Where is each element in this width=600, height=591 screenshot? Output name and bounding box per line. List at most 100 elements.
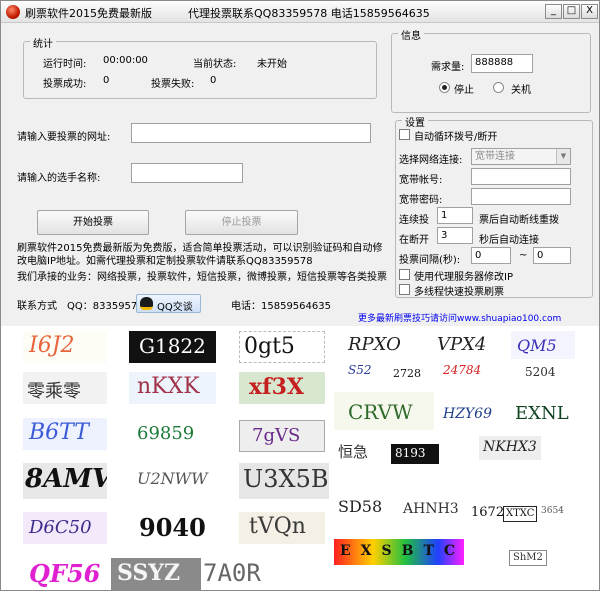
captcha-text: G1822	[139, 334, 206, 358]
url-label: 请输入要投票的网址:	[17, 132, 111, 143]
captcha-image: XTXC	[503, 506, 537, 522]
disconnected-label: 在断开	[399, 235, 429, 246]
status-label: 当前状态:	[193, 59, 237, 70]
captcha-text: 7A0R	[203, 559, 261, 587]
success-value: 0	[103, 75, 110, 86]
captcha-image: D6C50	[23, 512, 107, 544]
captcha-image: 零乘零	[23, 372, 107, 404]
url-input[interactable]	[131, 123, 371, 143]
captcha-image: 5204	[511, 364, 575, 382]
captcha-text: AHNH3	[403, 501, 459, 517]
captcha-text: xf3X	[249, 374, 304, 400]
password-input[interactable]	[471, 188, 571, 205]
captcha-image: 24784	[439, 362, 497, 380]
captcha-image: xf3X	[239, 372, 325, 404]
captcha-image: HZY69	[439, 398, 503, 430]
captcha-text: 5204	[525, 365, 556, 379]
captcha-sample-grid: I6J2 G1822 0gt5 RPXO VPX4 QM5 零乘零 nKXK x…	[1, 326, 599, 590]
captcha-text: EXSBTC	[340, 543, 464, 559]
account-input[interactable]	[471, 168, 571, 185]
proxy-checkbox[interactable]	[399, 269, 410, 280]
chevron-down-icon: ▼	[556, 149, 570, 164]
captcha-text: 2728	[393, 367, 421, 380]
captcha-text: 3654	[541, 506, 564, 516]
start-vote-button[interactable]: 开始投票	[37, 210, 149, 235]
settings-group-title: 设置	[402, 114, 428, 129]
continuous-input[interactable]: 1	[437, 207, 473, 224]
fail-value: 0	[210, 75, 217, 86]
captcha-image: U2NWW	[129, 463, 216, 499]
auto-dial-checkbox[interactable]	[399, 129, 410, 140]
continuous-suffix: 票后自动断线重拨	[479, 215, 559, 226]
contact-phone: 电话：15859564635	[231, 301, 331, 312]
stop-radio[interactable]	[439, 82, 450, 93]
captcha-image: 8193	[391, 444, 439, 464]
status-value: 未开始	[257, 59, 287, 70]
demand-input[interactable]: 888888	[471, 54, 533, 73]
captcha-image: 恒急	[334, 436, 388, 466]
captcha-image: QF56	[23, 558, 107, 590]
captcha-text: S52	[348, 363, 372, 377]
captcha-image: tVQn	[239, 512, 325, 544]
captcha-image: 69859	[129, 418, 216, 450]
qq-penguin-icon	[140, 297, 153, 310]
captcha-image: S52	[344, 362, 386, 380]
more-tips-link[interactable]: 更多最新刷票技巧请访问www.shuapiao100.com	[358, 311, 561, 324]
disconnected-suffix: 秒后自动连接	[479, 235, 539, 246]
qq-chat-label: QQ交谈	[157, 302, 193, 313]
captcha-text: SD58	[338, 497, 383, 516]
captcha-text: CRVW	[348, 400, 413, 424]
captcha-image: G1822	[129, 331, 216, 363]
captcha-image: SD58	[334, 492, 394, 522]
password-label: 宽带密码:	[399, 195, 443, 206]
captcha-image: B6TT	[23, 418, 107, 450]
captcha-text: 9040	[139, 513, 206, 542]
captcha-text: 69859	[137, 423, 195, 444]
close-button[interactable]: X	[581, 4, 598, 19]
captcha-image: U3X5B	[239, 463, 329, 499]
captcha-image: AHNH3	[399, 498, 465, 522]
shutdown-radio[interactable]	[493, 82, 504, 93]
captcha-image: 3654	[539, 504, 575, 522]
services-text: 我们承接的业务：网络投票，投票软件，短信投票，微博投票，短信投票等各类投票	[17, 272, 387, 283]
contestant-name-input[interactable]	[131, 163, 243, 183]
multithread-label: 多线程快速投票刷票	[414, 287, 504, 298]
captcha-image: 2728	[391, 366, 435, 382]
stop-radio-label: 停止	[454, 85, 474, 96]
info-group-title: 信息	[398, 27, 424, 42]
title-bar[interactable]: 刷票软件2015免费最新版 代理投票联系QQ83359578 电话1585956…	[1, 1, 599, 23]
interval-from-input[interactable]: 0	[471, 247, 511, 264]
captcha-image: SSYZ	[111, 558, 201, 590]
minimize-button[interactable]: _	[545, 4, 562, 19]
captcha-text: 1672	[471, 505, 503, 520]
network-select[interactable]: 宽带连接 ▼	[471, 148, 571, 165]
contestant-name-label: 请输入的选手名称:	[17, 173, 101, 184]
demand-label: 需求量:	[431, 62, 465, 73]
captcha-text: HZY69	[443, 406, 492, 422]
captcha-text: D6C50	[29, 517, 92, 538]
qq-chat-button[interactable]: QQ交谈	[136, 294, 201, 313]
maximize-button[interactable]: □	[563, 4, 580, 19]
proxy-label: 使用代理服务器修改IP	[414, 272, 513, 283]
captcha-image: 0gt5	[239, 331, 325, 363]
captcha-text: 8193	[395, 446, 426, 460]
fail-label: 投票失败:	[151, 79, 195, 90]
info-group: 信息	[391, 27, 591, 113]
account-label: 宽带帐号:	[399, 175, 443, 186]
captcha-image: NKHX3	[479, 436, 541, 460]
window-title: 刷票软件2015免费最新版	[25, 7, 152, 20]
captcha-image: 7A0R	[201, 558, 287, 590]
captcha-text: SSYZ	[117, 560, 181, 586]
app-logo-icon	[6, 5, 20, 19]
interval-separator: ~	[519, 250, 528, 261]
disconnected-input[interactable]: 3	[437, 227, 473, 244]
captcha-text: RPXO	[348, 334, 401, 355]
multithread-checkbox[interactable]	[399, 284, 410, 295]
captcha-text: NKHX3	[483, 439, 537, 455]
description-text: 刷票软件2015免费最新版为免费版，适合简单投票活动，可以识别验证码和自动修改电…	[17, 243, 383, 267]
network-select-value: 宽带连接	[475, 151, 515, 162]
captcha-image: nKXK	[129, 372, 216, 404]
interval-to-input[interactable]: 0	[533, 247, 571, 264]
stop-vote-button[interactable]: 停止投票	[185, 210, 298, 235]
interval-label: 投票间隔(秒):	[399, 255, 461, 266]
